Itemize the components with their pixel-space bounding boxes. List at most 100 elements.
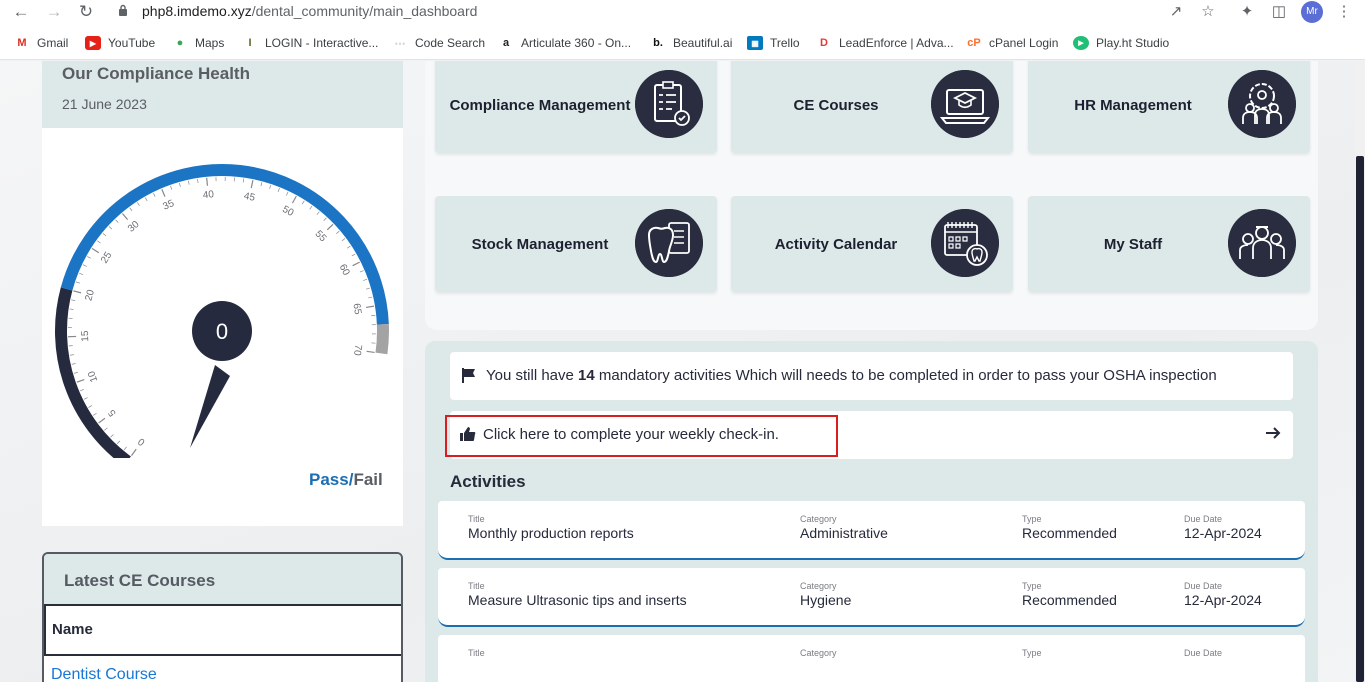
gauge-arc-grey [375,324,389,355]
activity-type-cell: Type Recommended [1022,581,1117,608]
compliance-header: Our Compliance Health 21 June 2023 [42,61,403,128]
activity-due-cell: Due Date 12-Apr-2024 [1184,581,1262,608]
maps-icon: ● [176,37,184,49]
bookmark-login[interactable]: I LOGIN - Interactive... [242,34,378,52]
gauge-tick [71,363,76,365]
cell-value: Recommended [1022,525,1117,541]
tile-stock-management[interactable]: Stock Management [435,196,717,292]
playht-icon: ▶ [1073,36,1089,50]
calendar-tooth-icon [931,209,999,277]
gauge-tick [359,270,364,273]
gauge-tick-label: 10 [86,369,100,384]
bookmark-label: Play.ht Studio [1096,36,1170,50]
articulate-icon: a [502,37,510,49]
share-icon[interactable]: ↗ [1166,2,1186,22]
gauge-tick-label: 45 [243,191,257,204]
notice-prefix: You still have [486,367,579,384]
gauge-tick [71,299,76,301]
page-scrollbar[interactable] [1355,61,1365,682]
activity-row[interactable]: Title Monthly production reports Category… [438,501,1305,560]
gauge-tick-label: 70 [351,344,364,357]
gauge-tick-label: 0 [136,435,147,447]
gauge-tick [69,308,74,310]
gauge-tick [346,245,351,249]
activities-title: Activities [450,472,526,491]
gauge-tick [97,240,101,244]
address-bar[interactable]: php8.imdemo.xyz/dental_community/main_da… [108,0,1228,23]
gauge-tick [73,290,82,294]
tile-label: My Staff [1103,235,1163,253]
gauge-tick [98,417,106,424]
leadenforce-icon: D [820,37,828,49]
activity-row[interactable]: Title Measure Ultrasonic tips and inserts… [438,568,1305,627]
cell-label: Title [468,648,485,658]
mandatory-activities-notice: You still have 14 mandatory activities W… [450,352,1293,400]
gauge-tick [286,191,289,196]
bookmark-gmail[interactable]: M Gmail [14,34,68,52]
extensions-icon[interactable]: ✦ [1237,2,1257,22]
bookmark-trello[interactable]: ▦ Trello [747,34,800,52]
profile-avatar[interactable]: Mr [1301,1,1323,23]
activity-row[interactable]: Title Category Type Due Date [438,635,1305,682]
gauge-tick [144,197,148,202]
flag-icon [462,368,475,383]
gauge-tick [341,238,346,242]
bookmark-cpanel[interactable]: cP cPanel Login [966,34,1058,52]
cell-label: Category [800,648,837,658]
cell-label: Due Date [1184,648,1223,658]
cell-value: Recommended [1022,592,1117,608]
tile-ce-courses[interactable]: CE Courses [731,61,1013,153]
gauge-tick [69,354,74,356]
bookmark-playht[interactable]: ▶ Play.ht Studio [1073,34,1169,52]
gauge-tick [79,272,84,275]
mandatory-count: 14 [578,367,595,384]
gauge-tick-label: 30 [126,219,142,235]
bookmark-maps[interactable]: ● Maps [172,34,225,52]
activity-due-cell: Due Date [1184,648,1222,659]
gauge-tick [153,192,156,197]
cell-label: Type [1022,514,1042,524]
tile-hr-management[interactable]: HR Management [1028,61,1310,153]
ce-name-column-header: Name [44,606,401,656]
ce-course-link[interactable]: Dentist Course [51,666,157,682]
side-panel-icon[interactable]: ◫ [1269,2,1289,22]
gauge-tick [326,223,334,231]
checkin-link[interactable]: Click here to complete your weekly check… [483,426,779,443]
gauge-tick-label: 50 [280,204,295,219]
star-icon[interactable]: ☆ [1198,2,1218,22]
bookmark-beautiful-ai[interactable]: b. Beautiful.ai [650,34,732,52]
tile-compliance-management[interactable]: Compliance Management [435,61,717,153]
gauge-tick-label: 60 [337,263,352,278]
cell-value: Hygiene [800,592,852,608]
cell-label: Due Date [1184,514,1223,524]
bookmark-leadenforce[interactable]: D LeadEnforce | Adva... [816,34,954,52]
gauge-score: 0 [216,319,228,344]
bookmark-youtube[interactable]: ▶ YouTube [85,34,155,52]
gauge-tick [123,446,127,451]
gauge-tick [88,405,93,408]
url-host: php8.imdemo.xyz [142,3,252,19]
tile-activity-calendar[interactable]: Activity Calendar [731,196,1013,292]
gauge-pointer [190,365,230,448]
weekly-checkin-bar[interactable]: Click here to complete your weekly check… [445,411,1293,459]
people-gear-icon [1228,70,1296,138]
forward-arrow-icon[interactable]: → [44,2,64,22]
reload-icon[interactable]: ↻ [76,2,96,22]
bookmark-code-search[interactable]: ⋯ Code Search [392,34,486,52]
activity-title-cell: Title Measure Ultrasonic tips and inserts [468,581,687,608]
back-arrow-icon[interactable]: ← [11,2,31,22]
tile-my-staff[interactable]: My Staff [1028,196,1310,292]
activities-panel: You still have 14 mandatory activities W… [425,341,1318,682]
dashboard-page: Our Compliance Health 21 June 2023 0 5 10 1… [0,61,1365,682]
activity-due-cell: Due Date 12-Apr-2024 [1184,514,1262,541]
gauge-tick [366,350,375,354]
compliance-gauge: 0 5 10 15 20 25 30 35 40 45 50 55 60 65 70 0 [55,164,389,458]
more-menu-icon[interactable]: ⋮ [1334,2,1354,22]
scrollbar-thumb[interactable] [1356,156,1364,682]
gauge-tick [87,256,91,259]
arrow-right-icon[interactable] [1265,425,1281,441]
bookmark-articulate[interactable]: a Articulate 360 - On... [498,34,631,52]
gauge-tick [82,264,87,267]
cell-label: Category [800,514,837,524]
cell-value: Monthly production reports [468,525,634,541]
